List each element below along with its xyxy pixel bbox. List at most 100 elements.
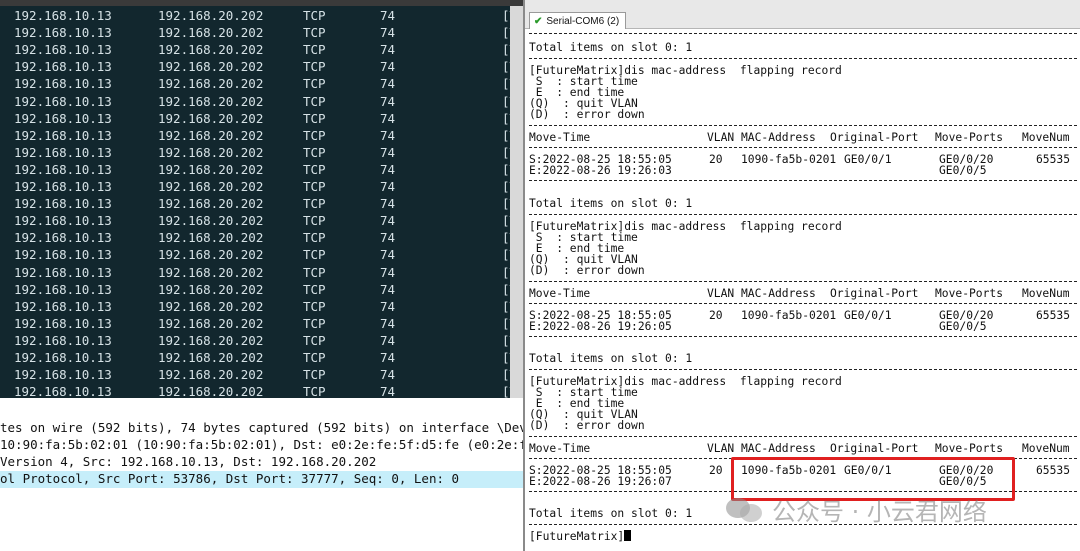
packet-protocol: TCP	[303, 332, 326, 348]
packet-protocol: TCP	[303, 127, 326, 143]
packet-row[interactable]: 192.168.10.13192.168.20.202TCP74[TC	[0, 57, 523, 74]
packet-row[interactable]: 192.168.10.13192.168.20.202TCP74[TC	[0, 245, 523, 262]
tab-strip: ✔ Serial-COM6 (2)	[525, 0, 1080, 29]
packet-length: 74	[380, 8, 396, 23]
final-prompt-line: [FutureMatrix]	[529, 530, 632, 542]
header-vlan: VLAN	[707, 287, 735, 300]
packet-dst: 192.168.20.202	[158, 247, 264, 263]
packet-dst: 192.168.20.202	[158, 42, 264, 58]
watermark: 公众号 · 小云君网络	[726, 492, 987, 526]
packet-src: 192.168.10.13	[14, 25, 112, 41]
packet-row[interactable]: 192.168.10.13192.168.20.202TCP74[TC	[0, 23, 523, 40]
header-mac-address: MAC-Address	[741, 131, 816, 144]
packet-length: 74	[380, 144, 396, 160]
packet-dst: 192.168.20.202	[158, 93, 264, 109]
packet-row[interactable]: 192.168.10.13192.168.20.202TCP74[TC	[0, 143, 523, 160]
packet-length: 74	[380, 367, 396, 383]
packet-row[interactable]: 192.168.10.13192.168.20.202TCP74[TC	[0, 365, 523, 382]
vlan-value: 20	[709, 153, 723, 166]
packet-row[interactable]: 192.168.10.13192.168.20.202TCP74[TC	[0, 40, 523, 57]
packet-length: 74	[380, 42, 396, 58]
packet-src: 192.168.10.13	[14, 264, 112, 280]
packet-length: 74	[380, 264, 396, 280]
packet-list-scrollbar[interactable]	[510, 6, 523, 398]
packet-row[interactable]: 192.168.10.13192.168.20.202TCP74[TC	[0, 297, 523, 314]
packet-protocol: TCP	[303, 213, 326, 229]
header-move-ports: Move-Ports	[935, 442, 1004, 455]
header-movenum: MoveNum	[1022, 287, 1070, 300]
original-port-value: GE0/0/1	[844, 153, 892, 166]
vlan-value: 20	[709, 309, 723, 322]
header-movenum: MoveNum	[1022, 442, 1070, 455]
packet-length: 74	[380, 247, 396, 263]
move-port-value: GE0/0/5	[939, 164, 987, 177]
header-original-port: Original-Port	[830, 131, 919, 144]
packet-src: 192.168.10.13	[14, 350, 112, 365]
packet-row[interactable]: 192.168.10.13192.168.20.202TCP74[TC	[0, 194, 523, 211]
packet-src: 192.168.10.13	[14, 332, 112, 348]
packet-dst: 192.168.20.202	[158, 179, 264, 194]
packet-protocol: TCP	[303, 315, 326, 331]
packet-row[interactable]: 192.168.10.13192.168.20.202TCP74[TC	[0, 177, 523, 194]
packet-details-pane[interactable]: tes on wire (592 bits), 74 bytes capture…	[0, 398, 523, 551]
packet-row[interactable]: 192.168.10.13192.168.20.202TCP74[TC	[0, 331, 523, 348]
header-original-port: Original-Port	[830, 442, 919, 455]
packet-protocol: TCP	[303, 196, 326, 212]
packet-src: 192.168.10.13	[14, 384, 112, 398]
packet-row[interactable]: 192.168.10.13192.168.20.202TCP74[T(	[0, 6, 523, 23]
packet-dst: 192.168.20.202	[158, 59, 264, 75]
packet-src: 192.168.10.13	[14, 213, 112, 229]
packet-src: 192.168.10.13	[14, 230, 112, 246]
packet-protocol: TCP	[303, 25, 326, 41]
packet-row[interactable]: 192.168.10.13192.168.20.202TCP74[TC	[0, 382, 523, 398]
packet-src: 192.168.10.13	[14, 42, 112, 58]
packet-length: 74	[380, 25, 396, 41]
packet-src: 192.168.10.13	[14, 144, 112, 160]
packet-protocol: TCP	[303, 42, 326, 58]
packet-row[interactable]: 192.168.10.13192.168.20.202TCP74[TC	[0, 348, 523, 365]
move-port-value: GE0/0/5	[939, 320, 987, 333]
header-move-time: Move-Time	[529, 131, 591, 144]
packet-row[interactable]: 192.168.10.13192.168.20.202TCP74[TC	[0, 280, 523, 297]
legend-line: (D) : error down	[529, 264, 645, 277]
packet-row[interactable]: 192.168.10.13192.168.20.202TCP74[TC	[0, 160, 523, 177]
original-port-value: GE0/0/1	[844, 309, 892, 322]
header-mac-address: MAC-Address	[741, 442, 816, 455]
packet-src: 192.168.10.13	[14, 161, 112, 177]
packet-row[interactable]: 192.168.10.13192.168.20.202TCP74[TC	[0, 126, 523, 143]
packet-length: 74	[380, 127, 396, 143]
packet-dst: 192.168.20.202	[158, 350, 264, 365]
total-items-line: Total items on slot 0: 1	[529, 197, 693, 210]
detail-ethernet-line[interactable]: 10:90:fa:5b:02:01 (10:90:fa:5b:02:01), D…	[0, 437, 523, 454]
packet-row[interactable]: 192.168.10.13192.168.20.202TCP74[TC	[0, 314, 523, 331]
packet-row[interactable]: 192.168.10.13192.168.20.202TCP74[TC	[0, 109, 523, 126]
tab-serial-com6[interactable]: ✔ Serial-COM6 (2)	[529, 12, 627, 29]
packet-list[interactable]: 192.168.10.13192.168.20.202TCP74[T( 192.1…	[0, 6, 523, 398]
dashed-divider	[529, 214, 1077, 215]
packet-protocol: TCP	[303, 367, 326, 383]
packet-row[interactable]: 192.168.10.13192.168.20.202TCP74[TC	[0, 228, 523, 245]
packet-protocol: TCP	[303, 384, 326, 398]
details-pane-gap	[0, 398, 523, 416]
dashed-divider	[529, 125, 1077, 126]
packet-row[interactable]: 192.168.10.13192.168.20.202TCP74[TC	[0, 263, 523, 280]
detail-frame-line[interactable]: tes on wire (592 bits), 74 bytes capture…	[0, 420, 523, 437]
packet-dst: 192.168.20.202	[158, 230, 264, 246]
packet-dst: 192.168.20.202	[158, 76, 264, 92]
packet-length: 74	[380, 230, 396, 246]
packet-length: 74	[380, 332, 396, 348]
packet-protocol: TCP	[303, 230, 326, 246]
detail-tcp-line[interactable]: ol Protocol, Src Port: 53786, Dst Port: …	[0, 471, 523, 488]
packet-src: 192.168.10.13	[14, 76, 112, 92]
packet-row[interactable]: 192.168.10.13192.168.20.202TCP74[TC	[0, 74, 523, 91]
packet-row[interactable]: 192.168.10.13192.168.20.202TCP74[TC	[0, 92, 523, 109]
dashed-divider	[529, 33, 1077, 34]
detail-ip-line[interactable]: Version 4, Src: 192.168.10.13, Dst: 192.…	[0, 454, 523, 471]
dashed-divider	[529, 147, 1077, 148]
packet-protocol: TCP	[303, 247, 326, 263]
packet-row[interactable]: 192.168.10.13192.168.20.202TCP74[TC	[0, 211, 523, 228]
wechat-icon	[726, 495, 764, 523]
packet-length: 74	[380, 384, 396, 398]
legend-line: (D) : error down	[529, 419, 645, 432]
packet-length: 74	[380, 76, 396, 92]
